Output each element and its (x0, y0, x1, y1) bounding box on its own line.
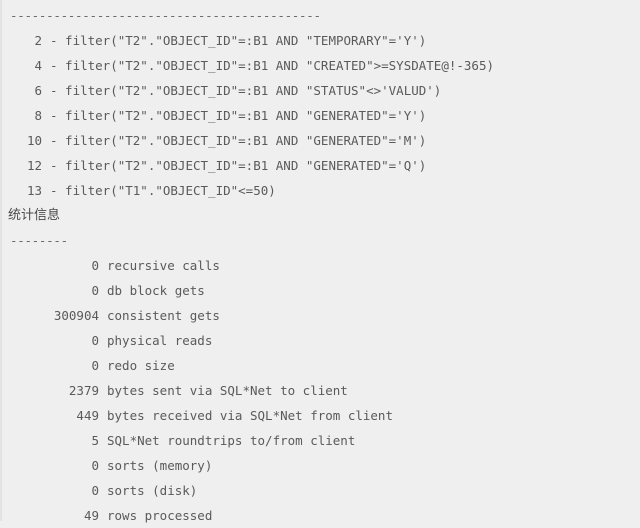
statistics-row: 449 bytes received via SQL*Net from clie… (2, 403, 640, 428)
statistic-label: bytes sent via SQL*Net to client (107, 383, 348, 398)
statistic-label: physical reads (107, 333, 213, 348)
predicate-filter-text: - filter("T2"."OBJECT_ID"=:B1 AND "STATU… (50, 83, 442, 98)
statistics-row: 0 recursive calls (2, 253, 640, 278)
statistics-list: 0 recursive calls 0 db block gets 300904… (2, 253, 640, 528)
statistic-value: 5 (91, 433, 99, 448)
statistic-value: 300904 (53, 308, 99, 323)
statistic-label: db block gets (107, 283, 205, 298)
predicate-row: 13 - filter("T1"."OBJECT_ID"<=50) (2, 178, 640, 203)
predicate-filter-text: - filter("T2"."OBJECT_ID"=:B1 AND "CREAT… (50, 58, 495, 73)
statistics-section-separator: -------- (10, 233, 68, 248)
statistic-label: consistent gets (107, 308, 220, 323)
statistic-label: recursive calls (107, 258, 220, 273)
statistic-label: sorts (disk) (107, 483, 198, 498)
predicate-filter-text: - filter("T2"."OBJECT_ID"=:B1 AND "GENER… (50, 158, 427, 173)
statistics-row: 300904 consistent gets (2, 303, 640, 328)
predicate-step-id: 13 (26, 183, 42, 198)
statistic-label: redo size (107, 358, 175, 373)
predicate-filter-text: - filter("T2"."OBJECT_ID"=:B1 AND "TEMPO… (50, 33, 427, 48)
statistic-value: 49 (83, 508, 99, 523)
predicate-row: 10 - filter("T2"."OBJECT_ID"=:B1 AND "GE… (2, 128, 640, 153)
statistics-row: 49 rows processed (2, 503, 640, 528)
predicate-filter-text: - filter("T2"."OBJECT_ID"=:B1 AND "GENER… (50, 133, 427, 148)
statistic-label: SQL*Net roundtrips to/from client (107, 433, 356, 448)
statistic-label: sorts (memory) (107, 458, 213, 473)
predicate-filter-text: - filter("T2"."OBJECT_ID"=:B1 AND "GENER… (50, 108, 427, 123)
statistic-value: 449 (76, 408, 99, 423)
statistics-row: 0 redo size (2, 353, 640, 378)
statistic-value: 0 (91, 483, 99, 498)
predicate-row: 8 - filter("T2"."OBJECT_ID"=:B1 AND "GEN… (2, 103, 640, 128)
statistics-row: 0 db block gets (2, 278, 640, 303)
statistic-label: bytes received via SQL*Net from client (107, 408, 393, 423)
predicate-section-separator: ----------------------------------------… (10, 8, 321, 23)
statistics-row: 5 SQL*Net roundtrips to/from client (2, 428, 640, 453)
predicate-step-id: 12 (26, 158, 42, 173)
statistics-row: 2379 bytes sent via SQL*Net to client (2, 378, 640, 403)
predicate-row: 6 - filter("T2"."OBJECT_ID"=:B1 AND "STA… (2, 78, 640, 103)
statistic-value: 2379 (68, 383, 99, 398)
predicate-step-id: 2 (34, 33, 42, 48)
statistic-value: 0 (91, 283, 99, 298)
statistic-value: 0 (91, 458, 99, 473)
statistics-heading: 统计信息 (8, 208, 61, 223)
statistics-row: 0 sorts (disk) (2, 478, 640, 503)
predicate-row: 4 - filter("T2"."OBJECT_ID"=:B1 AND "CRE… (2, 53, 640, 78)
statistic-value: 0 (91, 358, 99, 373)
predicate-step-id: 10 (26, 133, 42, 148)
statistic-value: 0 (91, 258, 99, 273)
statistic-label: rows processed (107, 508, 213, 523)
predicate-information-list: 2 - filter("T2"."OBJECT_ID"=:B1 AND "TEM… (2, 28, 640, 203)
statistics-row: 0 sorts (memory) (2, 453, 640, 478)
statistic-value: 0 (91, 333, 99, 348)
predicate-step-id: 6 (34, 83, 42, 98)
sql-output-console: ----------------------------------------… (0, 0, 640, 523)
statistics-row: 0 physical reads (2, 328, 640, 353)
predicate-step-id: 8 (34, 108, 42, 123)
predicate-row: 2 - filter("T2"."OBJECT_ID"=:B1 AND "TEM… (2, 28, 640, 53)
predicate-row: 12 - filter("T2"."OBJECT_ID"=:B1 AND "GE… (2, 153, 640, 178)
predicate-filter-text: - filter("T1"."OBJECT_ID"<=50) (50, 183, 276, 198)
predicate-step-id: 4 (34, 58, 42, 73)
